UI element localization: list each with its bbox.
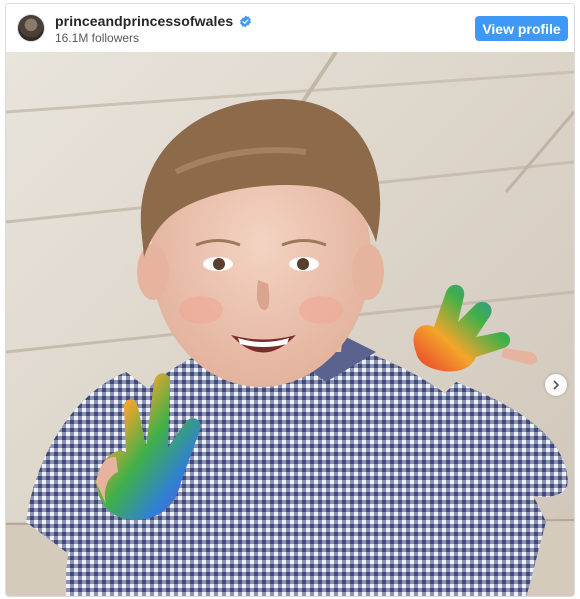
verified-badge-icon <box>239 15 252 28</box>
chevron-right-icon <box>553 380 559 390</box>
username-row: princeandprincessofwales <box>55 13 252 29</box>
photo-illustration <box>6 52 574 596</box>
post-photo[interactable] <box>6 52 574 596</box>
instagram-embed-card: princeandprincessofwales 16.1M followers… <box>5 3 575 597</box>
post-header: princeandprincessofwales 16.1M followers… <box>6 4 574 52</box>
profile-avatar[interactable] <box>17 14 45 42</box>
next-photo-button[interactable] <box>545 374 567 396</box>
view-profile-button[interactable]: View profile <box>475 16 568 41</box>
follower-count: 16.1M followers <box>55 31 140 45</box>
username[interactable]: princeandprincessofwales <box>55 13 233 29</box>
